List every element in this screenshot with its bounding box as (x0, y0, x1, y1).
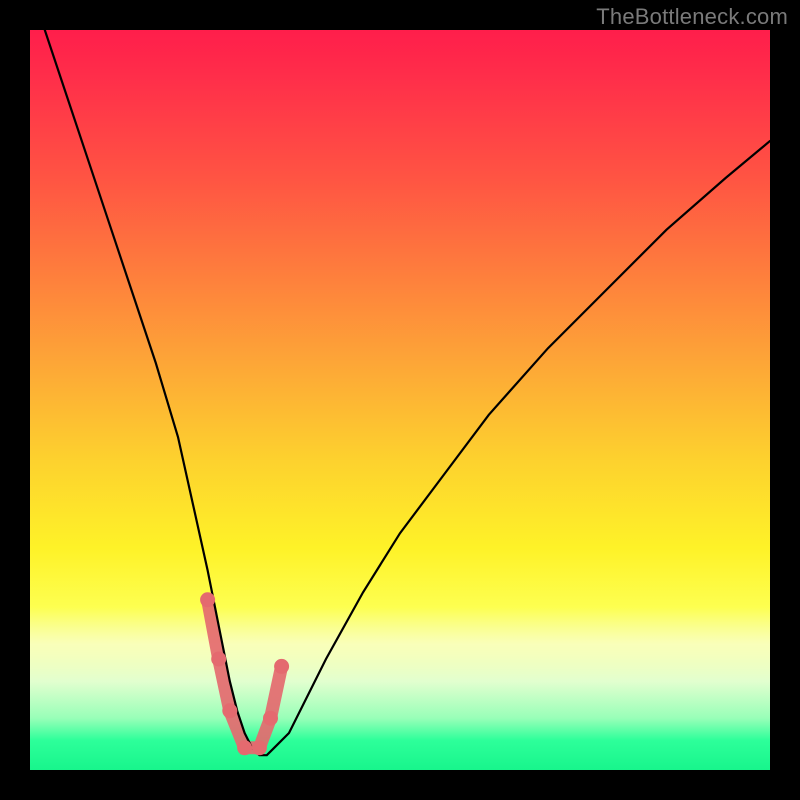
marker-dot (200, 592, 215, 607)
curve-svg (30, 30, 770, 770)
bottleneck-curve (45, 30, 770, 755)
marker-dot (222, 703, 237, 718)
marker-dot (237, 740, 252, 755)
marker-dot (274, 659, 289, 674)
marker-dot (211, 652, 226, 667)
watermark-text: TheBottleneck.com (596, 4, 788, 30)
marker-dot (252, 740, 267, 755)
chart-frame: TheBottleneck.com (0, 0, 800, 800)
marker-dot (263, 711, 278, 726)
plot-area (30, 30, 770, 770)
